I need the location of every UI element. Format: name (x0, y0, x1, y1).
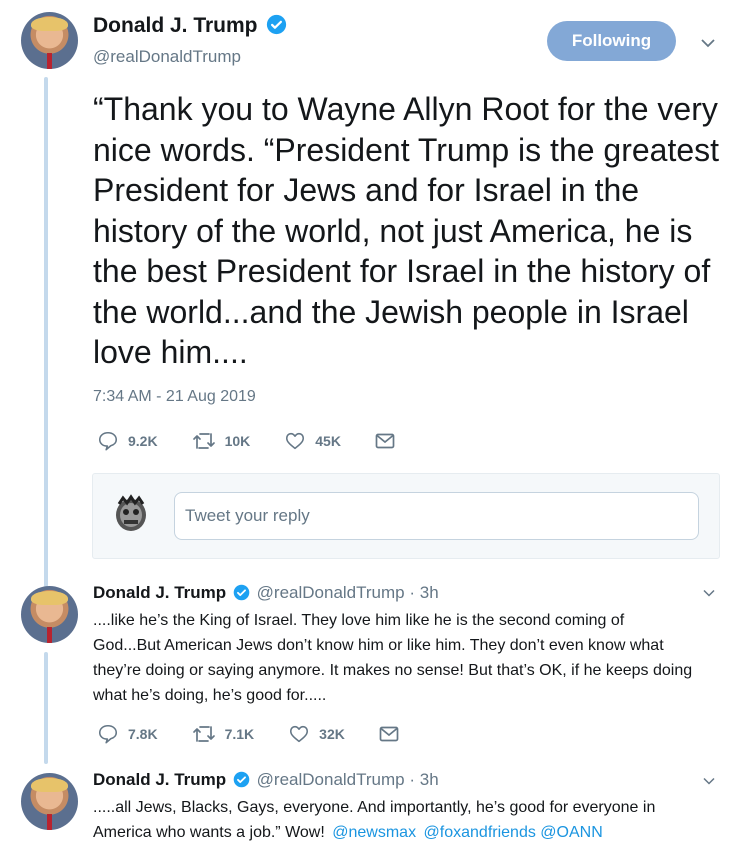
verified-badge-icon (233, 771, 250, 787)
reply-author-name[interactable]: Donald J. Trump (93, 583, 226, 602)
direct-message-action[interactable] (379, 725, 408, 743)
author-name[interactable]: Donald J. Trump (93, 14, 287, 38)
verified-badge-icon (267, 15, 287, 35)
reply-time[interactable]: · 3h (409, 583, 438, 602)
reply-count: 7.8K (128, 726, 158, 742)
like-icon (290, 725, 309, 743)
reply-actions: 7.8K 7.1K 32K (97, 723, 442, 745)
reply-text: ....like he’s the King of Israel. They l… (93, 612, 693, 704)
chevron-down-icon[interactable] (700, 37, 716, 49)
author-handle[interactable]: @realDonaldTrump (93, 47, 241, 67)
retweet-icon (192, 433, 215, 449)
like-action[interactable]: 45K (284, 430, 341, 452)
reply-action[interactable]: 9.2K (97, 430, 158, 452)
reply-author-name[interactable]: Donald J. Trump (93, 770, 226, 789)
reply-action[interactable]: 7.8K (97, 723, 158, 745)
reply-header: Donald J. Trump @realDonaldTrump · 3h (93, 583, 439, 603)
tweet-text: “Thank you to Wayne Allyn Root for the v… (93, 91, 720, 370)
avatar-hair (31, 777, 68, 793)
reply-author-handle[interactable]: @realDonaldTrump (257, 583, 405, 602)
dm-icon (379, 726, 399, 742)
reply-author-avatar[interactable] (21, 773, 78, 830)
reply-count: 9.2K (128, 433, 158, 449)
retweet-count: 7.1K (224, 726, 255, 742)
thread-line (44, 77, 48, 587)
reply-input[interactable] (174, 492, 699, 540)
avatar-hair (31, 590, 68, 606)
like-icon (286, 432, 305, 450)
chevron-down-icon[interactable] (702, 588, 716, 598)
mention-link[interactable]: @foxandfriends (424, 824, 536, 841)
like-count: 45K (315, 433, 341, 449)
retweet-action[interactable]: 7.1K (192, 723, 255, 745)
tweet-actions: 9.2K 10K 45K (97, 430, 438, 452)
reply-header: Donald J. Trump @realDonaldTrump · 3h (93, 770, 439, 790)
retweet-action[interactable]: 10K (192, 430, 251, 452)
direct-message-action[interactable] (375, 432, 404, 450)
reply-author-handle[interactable]: @realDonaldTrump (257, 770, 405, 789)
like-action[interactable]: 32K (288, 723, 345, 745)
avatar-tie (47, 53, 52, 69)
reply-icon (98, 724, 118, 744)
verified-badge-icon (233, 584, 250, 600)
author-avatar[interactable] (21, 12, 78, 69)
chevron-down-icon[interactable] (702, 776, 716, 786)
author-name-text[interactable]: Donald J. Trump (93, 14, 258, 37)
reply-text: .....all Jews, Blacks, Gays, everyone. A… (93, 795, 693, 845)
thread-line (44, 652, 48, 764)
reply-icon (98, 431, 118, 451)
dm-icon (375, 433, 395, 449)
avatar-hair (31, 16, 68, 32)
like-count: 32K (319, 726, 345, 742)
reply-time[interactable]: · 3h (409, 770, 438, 789)
following-button[interactable]: Following (547, 21, 676, 61)
retweet-icon (192, 726, 215, 742)
mention-link[interactable]: @OANN (540, 824, 602, 841)
reply-author-avatar[interactable] (21, 586, 78, 643)
avatar-tie (47, 627, 52, 643)
tweet-timestamp[interactable]: 7:34 AM - 21 Aug 2019 (93, 388, 256, 406)
current-user-avatar (111, 494, 151, 534)
mention-link[interactable]: @newsmax (332, 824, 416, 841)
retweet-count: 10K (224, 433, 251, 449)
user-avatar-icon (116, 494, 146, 531)
avatar-tie (47, 814, 52, 830)
